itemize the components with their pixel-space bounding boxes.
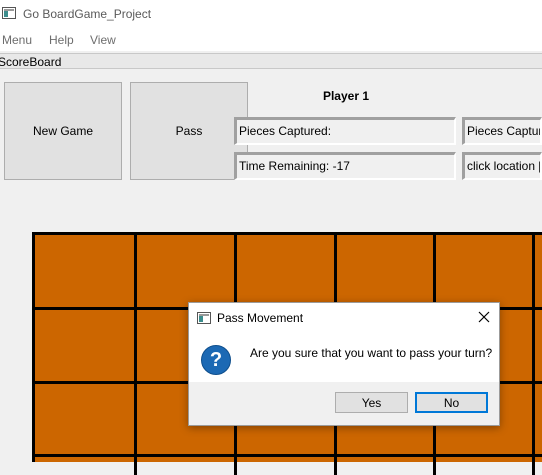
dialog-message: Are you sure that you want to pass your … <box>250 346 493 360</box>
close-icon[interactable] <box>471 305 497 329</box>
board-line-horizontal <box>35 454 542 457</box>
yes-button[interactable]: Yes <box>335 392 408 413</box>
menu-bar: Menu Help View <box>0 30 542 51</box>
new-game-button[interactable]: New Game <box>4 82 122 180</box>
player1-time-remaining: Time Remaining: -17 <box>234 152 456 180</box>
player2-pieces-captured: Pieces Captured: <box>462 117 542 145</box>
app-window-icon <box>2 7 16 19</box>
menu-item-help[interactable]: Help <box>49 33 74 47</box>
scoreboard-dock-title[interactable]: ScoreBoard <box>0 53 542 69</box>
player1-pieces-captured: Pieces Captured: <box>234 117 456 145</box>
menu-item-menu[interactable]: Menu <box>2 33 32 47</box>
no-button[interactable]: No <box>415 392 488 413</box>
board-line-vertical <box>134 235 137 475</box>
board-line-vertical <box>532 235 535 475</box>
dialog-window-icon <box>197 312 211 324</box>
dialog-title: Pass Movement <box>217 311 304 325</box>
player1-title: Player 1 <box>322 89 370 103</box>
question-icon: ? <box>201 345 231 375</box>
window-title: Go BoardGame_Project <box>23 7 152 21</box>
click-location-field: click location [1 <box>462 152 542 180</box>
dialog-button-bar: Yes No <box>189 382 499 425</box>
title-bar: Go BoardGame_Project <box>0 0 542 30</box>
scoreboard-title: ScoreBoard <box>0 55 62 69</box>
pass-movement-dialog: Pass Movement ? Are you sure that you wa… <box>188 302 500 426</box>
pass-button[interactable]: Pass <box>130 82 248 180</box>
menu-item-view[interactable]: View <box>90 33 116 47</box>
